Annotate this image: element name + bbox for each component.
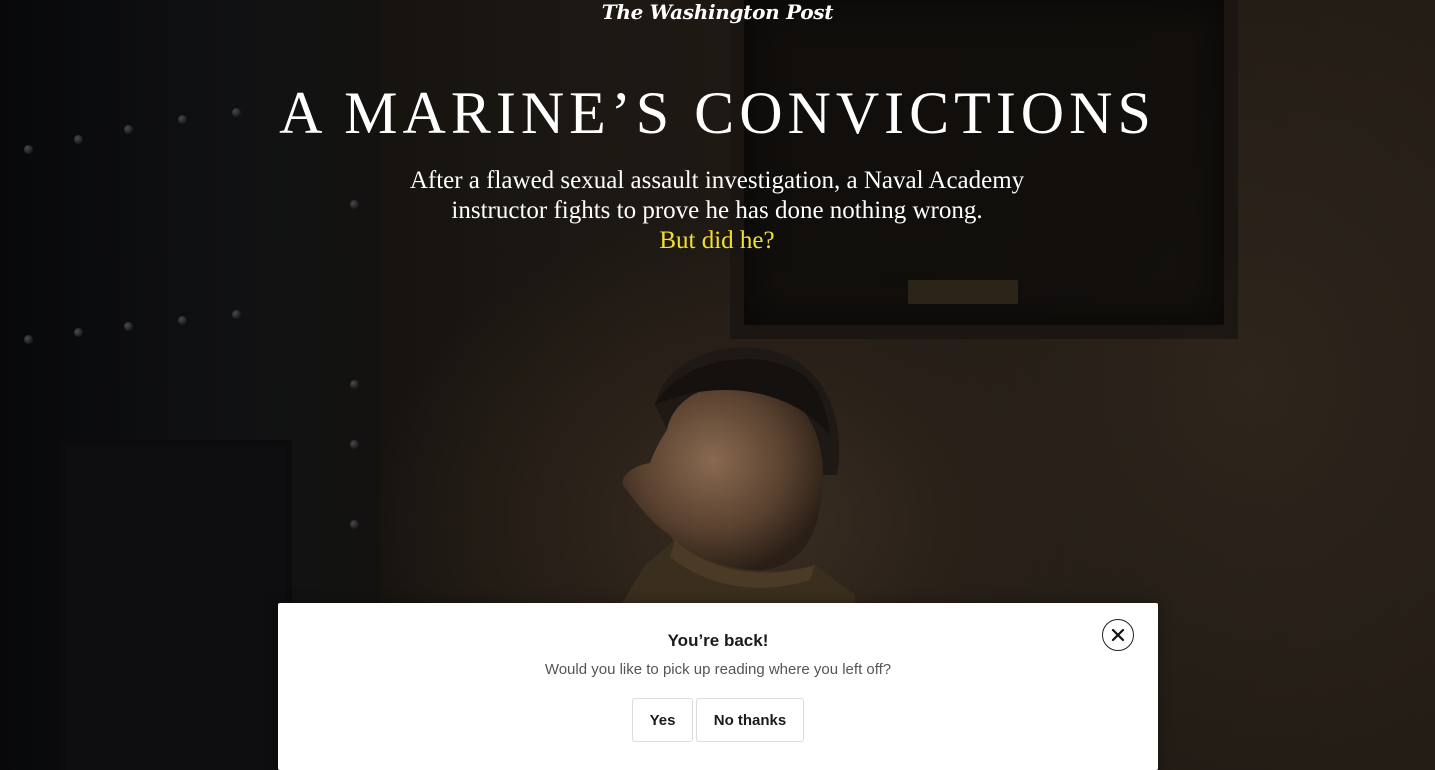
- hero-section: The Washington Post A MARINE’S CONVICTIO…: [0, 0, 1435, 770]
- no-thanks-button[interactable]: No thanks: [696, 698, 804, 742]
- rivet: [24, 335, 33, 344]
- resume-reading-modal: You’re back! Would you like to pick up r…: [278, 603, 1158, 770]
- background-frame-plate: [908, 280, 1018, 304]
- rivet: [74, 328, 83, 337]
- modal-title: You’re back!: [667, 631, 769, 650]
- background-door-panel: [60, 440, 292, 770]
- washington-post-logo[interactable]: The Washington Post: [0, 0, 1435, 24]
- rivet: [350, 520, 359, 529]
- rivet: [178, 316, 187, 325]
- dek-text: After a flawed sexual assault investigat…: [409, 167, 1025, 224]
- rivet: [24, 145, 33, 154]
- dek-question: But did he?: [659, 227, 775, 254]
- rivet: [232, 310, 241, 319]
- article-dek: After a flawed sexual assault investigat…: [367, 166, 1067, 256]
- article-headline: A MARINE’S CONVICTIONS: [279, 80, 1156, 146]
- rivet: [124, 322, 133, 331]
- yes-button[interactable]: Yes: [632, 698, 693, 742]
- rivet: [350, 440, 359, 449]
- rivet: [350, 380, 359, 389]
- marine-portrait-photo: [615, 347, 855, 635]
- modal-message: Would you like to pick up reading where …: [544, 661, 892, 678]
- rivet: [350, 200, 359, 209]
